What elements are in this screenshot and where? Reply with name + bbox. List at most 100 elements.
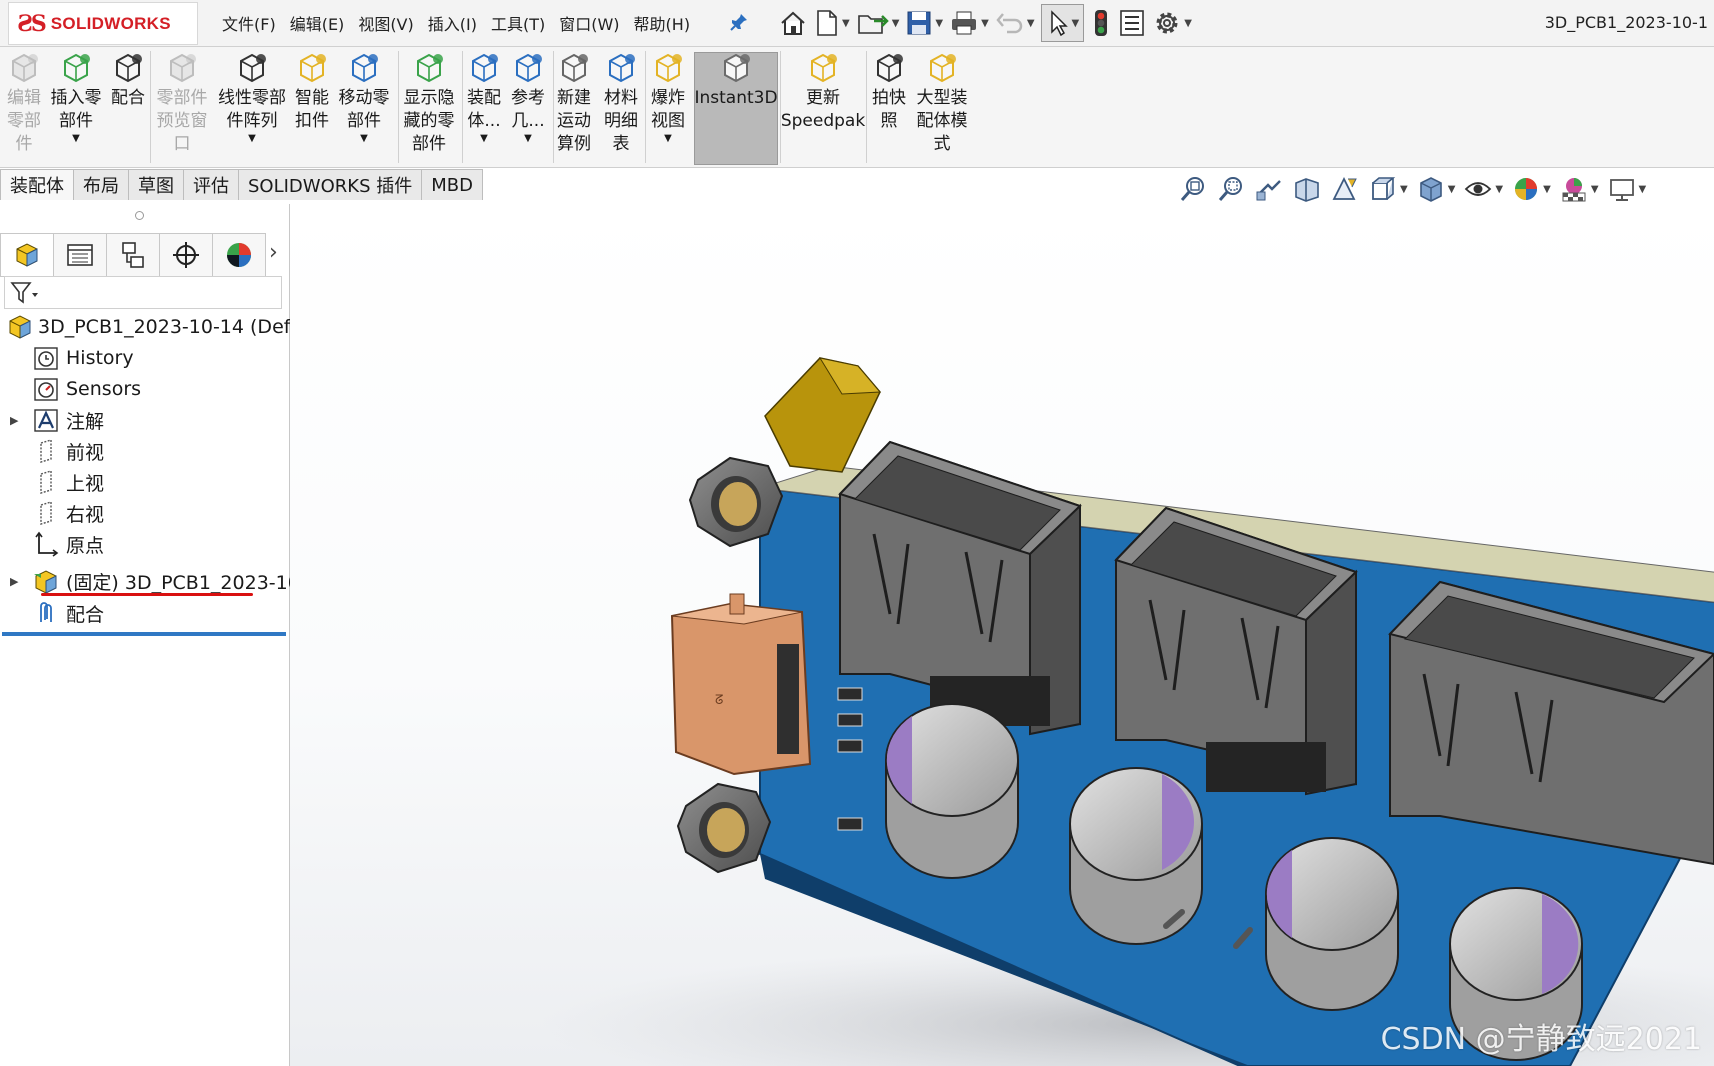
chevron-down-icon[interactable]: ▼ <box>664 133 672 145</box>
tree-item-label: 前视 <box>66 441 105 464</box>
panel-tabs <box>0 233 266 277</box>
select-arrow-icon[interactable]: ▼ <box>1040 4 1085 42</box>
hide-show-items-icon[interactable]: ▼ <box>1463 175 1503 203</box>
menu-help[interactable]: 帮助(H) <box>634 11 691 35</box>
zoom-to-area-icon[interactable] <box>1216 175 1246 203</box>
menu-window[interactable]: 窗口(W) <box>559 11 619 35</box>
chevron-down-icon[interactable]: ▼ <box>360 133 368 145</box>
panel-scroll-right-icon[interactable]: › <box>269 240 278 265</box>
graphics-area[interactable]: ᘔ CSDN @宁静致远2021 <box>290 204 1714 1066</box>
tab-mbd[interactable]: MBD <box>421 169 483 200</box>
toolbar-separator <box>462 51 463 163</box>
dimxpert-icon[interactable] <box>159 233 213 277</box>
tab-sketch[interactable]: 草图 <box>128 169 184 200</box>
component-preview-button[interactable]: 零部件 预览窗 口 <box>142 51 222 156</box>
chevron-down-icon[interactable]: ▼ <box>248 133 256 145</box>
property-manager-icon[interactable] <box>53 233 107 277</box>
chevron-down-icon[interactable]: ▼ <box>892 18 900 29</box>
chevron-down-icon[interactable]: ▼ <box>1591 184 1599 195</box>
tool-label: Instant3D <box>694 88 778 108</box>
open-icon[interactable]: ▼ <box>856 5 900 41</box>
red-annotation-underline <box>41 593 253 596</box>
tree-item-label: History <box>66 347 134 369</box>
chevron-down-icon[interactable]: ▼ <box>524 133 532 145</box>
tree-root-label: 3D_PCB1_2023-10-14 (Defa <box>38 316 303 338</box>
home-icon[interactable] <box>778 5 808 41</box>
print-icon[interactable]: ▼ <box>949 5 989 41</box>
view-orientation-icon[interactable]: ▼ <box>1368 175 1408 203</box>
tab-evaluate[interactable]: 评估 <box>183 169 239 200</box>
exploded-view-icon <box>656 53 682 83</box>
chevron-down-icon[interactable]: ▼ <box>981 18 989 29</box>
configuration-manager-icon[interactable] <box>106 233 160 277</box>
previous-view-icon[interactable] <box>1254 175 1284 203</box>
menu-view[interactable]: 视图(V) <box>358 11 413 35</box>
solidworks-logo[interactable]: ƧS SOLIDWORKS <box>8 2 198 45</box>
chevron-down-icon[interactable]: ▼ <box>1072 18 1080 29</box>
large-assembly-mode-button[interactable]: 大型装 配体模 式 <box>902 51 982 156</box>
display-style-icon[interactable]: ▼ <box>1416 175 1456 203</box>
chevron-down-icon[interactable]: ▼ <box>1448 184 1456 195</box>
sensors-icon <box>32 376 60 402</box>
apply-scene-icon[interactable]: ▼ <box>1559 175 1599 203</box>
options-gear-icon[interactable]: ▼ <box>1152 5 1192 41</box>
save-icon[interactable]: ▼ <box>905 5 943 41</box>
tree-item-label: (固定) 3D_PCB1_2023-10 <box>66 571 300 594</box>
expand-arrow-icon[interactable]: ▶ <box>10 414 32 427</box>
document-title: 3D_PCB1_2023-10-1 <box>1544 13 1708 32</box>
tree-item-history[interactable]: History <box>18 343 134 373</box>
tree-item-label: 上视 <box>66 472 105 495</box>
new-document-icon[interactable]: ▼ <box>814 5 850 41</box>
tree-item-sensors[interactable]: Sensors <box>18 374 141 404</box>
section-view-icon[interactable] <box>1292 175 1322 203</box>
menu-file[interactable]: 文件(F) <box>222 11 276 35</box>
rollback-bar[interactable] <box>2 632 286 636</box>
instant3d-button[interactable]: Instant3D <box>694 51 778 110</box>
filter-funnel-icon[interactable] <box>9 280 39 306</box>
chevron-down-icon[interactable]: ▼ <box>72 133 80 145</box>
tree-item-top-plane[interactable]: 上视 <box>18 467 104 497</box>
rebuild-traffic-light-icon[interactable] <box>1090 5 1112 41</box>
tab-assembly[interactable]: 装配体 <box>0 169 74 200</box>
chevron-down-icon[interactable]: ▼ <box>1543 184 1551 195</box>
tree-root-assembly[interactable]: 3D_PCB1_2023-10-14 (Defa <box>6 312 302 342</box>
chevron-down-icon[interactable]: ▼ <box>480 133 488 145</box>
pin-menu-icon[interactable] <box>729 12 749 32</box>
part-component-icon <box>32 568 60 594</box>
chevron-down-icon[interactable]: ▼ <box>1184 18 1192 29</box>
tab-layout[interactable]: 布局 <box>73 169 129 200</box>
tab-solidworks-addins[interactable]: SOLIDWORKS 插件 <box>238 169 423 200</box>
chevron-down-icon[interactable]: ▼ <box>1495 184 1503 195</box>
chevron-down-icon[interactable]: ▼ <box>842 18 850 29</box>
feature-manager-icon[interactable] <box>0 233 54 277</box>
menu-insert[interactable]: 插入(I) <box>428 11 477 35</box>
dynamic-annotation-icon[interactable] <box>1330 175 1360 203</box>
origin-icon <box>32 531 60 557</box>
chevron-down-icon[interactable]: ▼ <box>1639 184 1647 195</box>
panel-grip-handle[interactable] <box>135 211 144 220</box>
tree-item-origin[interactable]: 原点 <box>18 529 104 559</box>
chevron-down-icon[interactable]: ▼ <box>935 18 943 29</box>
display-manager-icon[interactable] <box>212 233 266 277</box>
menu-edit[interactable]: 编辑(E) <box>290 11 345 35</box>
brass-standoff <box>764 357 882 473</box>
annotations-icon <box>32 407 60 433</box>
tree-item-right-plane[interactable]: 右视 <box>18 498 104 528</box>
pcb-assembly-model[interactable]: ᘔ <box>290 204 1714 1066</box>
tree-item-front-plane[interactable]: 前视 <box>18 436 104 466</box>
tree-item-mates[interactable]: 配合 <box>18 598 104 628</box>
tree-item-annotations[interactable]: ▶ 注解 <box>10 405 104 435</box>
expand-arrow-icon[interactable]: ▶ <box>10 575 32 588</box>
chevron-down-icon[interactable]: ▼ <box>1027 18 1035 29</box>
tree-item-component[interactable]: ▶ (固定) 3D_PCB1_2023-10 <box>10 566 300 596</box>
menu-tools[interactable]: 工具(T) <box>491 11 545 35</box>
zoom-to-fit-icon[interactable] <box>1178 175 1208 203</box>
chevron-down-icon[interactable]: ▼ <box>1400 184 1408 195</box>
view-settings-icon[interactable]: ▼ <box>1607 175 1647 203</box>
tree-filter-box[interactable] <box>4 276 282 309</box>
quick-access-toolbar: ▼ ▼ ▼ ▼ ▼ ▼ ▼ <box>778 4 1198 42</box>
edit-appearance-icon[interactable]: ▼ <box>1511 175 1551 203</box>
undo-icon[interactable]: ▼ <box>995 5 1035 41</box>
file-properties-icon[interactable] <box>1118 5 1146 41</box>
mate-paperclip-icon <box>116 53 142 83</box>
